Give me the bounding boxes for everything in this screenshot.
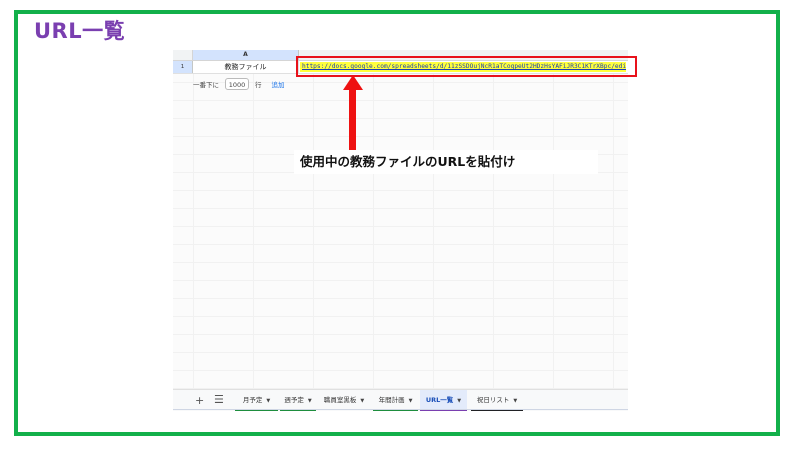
bottom-rule: [173, 409, 628, 410]
all-sheets-menu-icon[interactable]: ☰: [214, 393, 224, 406]
cell-a1[interactable]: 教務ファイル: [193, 61, 299, 73]
arrow-shaft: [349, 88, 356, 151]
add-rows-count-input[interactable]: 1000: [225, 78, 249, 90]
grid-lines: [173, 50, 628, 410]
sheet-tab-label: 年間計画: [378, 396, 405, 404]
add-rows-label: 一番下に: [193, 81, 219, 89]
sheet-tab[interactable]: 週予定 ▼: [280, 390, 316, 411]
add-rows-unit: 行: [255, 81, 262, 89]
caret-down-icon[interactable]: ▼: [360, 398, 364, 404]
sheet-tab-label: 週予定: [284, 396, 304, 404]
sheet-tab-label: 職員室黒板: [323, 396, 357, 404]
add-sheet-button[interactable]: +: [195, 394, 204, 407]
row-number-1[interactable]: 1: [173, 61, 193, 73]
sheet-tab-label: 祝日リスト: [476, 396, 510, 404]
select-all-corner[interactable]: [173, 50, 193, 60]
add-rows-button[interactable]: 追加: [272, 79, 285, 89]
sheet-tab[interactable]: 年間計画 ▼: [373, 390, 418, 411]
sheet-tab-label: URL一覧: [425, 396, 454, 404]
caret-down-icon[interactable]: ▼: [266, 398, 270, 404]
url-highlight-box: [296, 56, 637, 77]
add-rows-control: 一番下に 1000 行 追加: [193, 77, 285, 91]
sheet-tab[interactable]: 祝日リスト ▼: [471, 390, 523, 411]
caret-down-icon[interactable]: ▼: [513, 398, 517, 404]
sheet-tab-label: 月予定: [242, 396, 263, 404]
sheet-tab[interactable]: URL一覧 ▼: [420, 390, 467, 411]
column-header-a[interactable]: A: [193, 50, 299, 60]
caret-down-icon[interactable]: ▼: [409, 398, 413, 404]
slide-title: URL一覧: [34, 19, 126, 43]
sheet-tab[interactable]: 月予定 ▼: [235, 390, 278, 411]
sheet-tab-bar: + ☰ 月予定 ▼ 週予定 ▼ 職員室黒板 ▼ 年間計画 ▼ URL一覧 ▼ 祝日リスト ▼: [173, 389, 628, 411]
sheet-tab[interactable]: 職員室黒板 ▼: [317, 390, 371, 411]
callout-text: 使用中の教務ファイルのURLを貼付け: [294, 150, 598, 174]
spreadsheet-view: A 1 教務ファイル https://docs.google.com/sprea…: [173, 50, 628, 410]
caret-down-icon[interactable]: ▼: [308, 398, 312, 404]
caret-down-icon[interactable]: ▼: [457, 398, 461, 404]
